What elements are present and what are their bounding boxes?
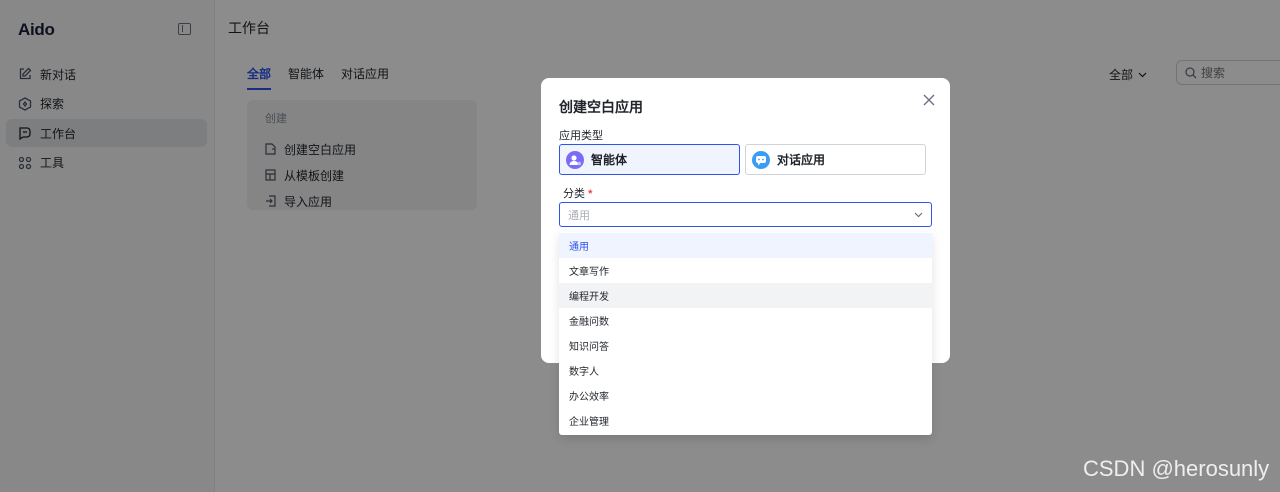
category-label-text: 分类 <box>563 188 585 200</box>
app-type-label-text: 对话应用 <box>777 153 826 167</box>
watermark: CSDN @herosunly <box>1083 456 1270 481</box>
chat-icon <box>752 150 770 169</box>
app-type-label: 应用类型 <box>559 130 603 142</box>
category-dropdown-menu: 通用 文章写作 编程开发 金融问数 知识问答 数字人 办公效率 企业管理 <box>559 232 932 435</box>
dropdown-option[interactable]: 通用 <box>559 233 932 258</box>
dropdown-option[interactable]: 编程开发 <box>559 283 932 308</box>
app-type-label-text: 智能体 <box>591 153 628 167</box>
dropdown-option[interactable]: 数字人 <box>559 358 932 383</box>
category-select-value: 通用 <box>568 209 590 222</box>
category-label: 分类 * <box>563 185 592 201</box>
dropdown-option[interactable]: 办公效率 <box>559 383 932 408</box>
chevron-down-icon <box>914 212 923 217</box>
dropdown-option[interactable]: 金融问数 <box>559 308 932 333</box>
modal-title: 创建空白应用 <box>559 99 643 115</box>
dropdown-option[interactable]: 企业管理 <box>559 408 932 433</box>
app-type-chat-option[interactable]: 对话应用 <box>745 144 926 175</box>
agent-icon <box>566 150 584 169</box>
dropdown-option[interactable]: 文章写作 <box>559 258 932 283</box>
dropdown-option[interactable]: 知识问答 <box>559 333 932 358</box>
required-mark: * <box>588 188 593 200</box>
app-type-agent-option[interactable]: 智能体 <box>559 144 740 175</box>
close-icon[interactable] <box>922 93 936 107</box>
category-select[interactable]: 通用 <box>559 202 932 227</box>
